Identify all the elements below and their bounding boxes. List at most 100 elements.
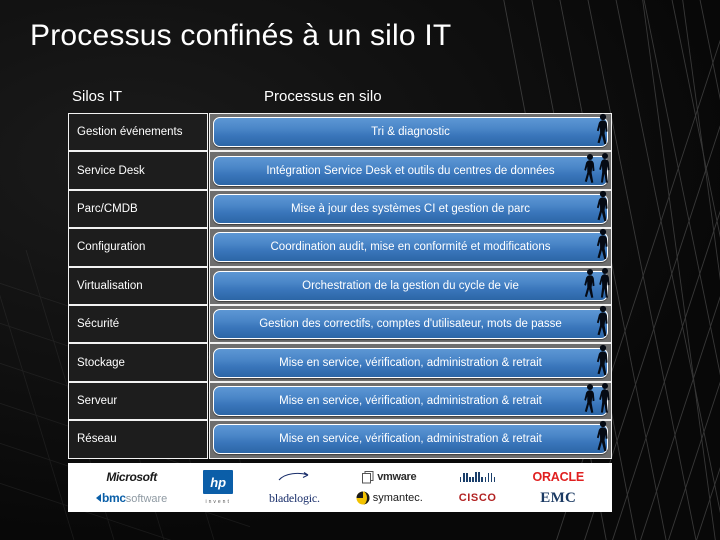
table-row: Sécurité Gestion des correctifs, comptes … bbox=[68, 304, 612, 344]
silo-cell: Service Desk bbox=[68, 151, 208, 190]
process-pill[interactable]: Mise en service, vérification, administr… bbox=[213, 344, 608, 378]
table-row: Réseau Mise en service, vérification, adm… bbox=[68, 420, 612, 459]
process-cell: Coordination audit, mise en conformité e… bbox=[209, 228, 612, 267]
silo-cell: Réseau bbox=[68, 420, 208, 459]
logo-hp-text: hp bbox=[210, 474, 227, 490]
cisco-bars-icon bbox=[459, 468, 496, 486]
logo-emc: EMC bbox=[540, 489, 576, 507]
process-pill[interactable]: Gestion des correctifs, comptes d'utilis… bbox=[213, 306, 608, 340]
logo-group-microsoft-bmc: Microsoft bmc software bbox=[95, 468, 168, 507]
logo-vmware-wordmark: vmware bbox=[362, 470, 417, 484]
silo-label: Configuration bbox=[77, 241, 146, 254]
person-silhouette-icon bbox=[596, 344, 608, 375]
table-row: Serveur Mise en service, vérification, ad… bbox=[68, 381, 612, 421]
process-cell: Mise à jour des systèmes CI et gestion d… bbox=[209, 189, 612, 229]
process-label: Gestion des correctifs, comptes d'utilis… bbox=[259, 318, 562, 331]
table-row: Configuration Coordination audit, mise en… bbox=[68, 228, 612, 267]
symantec-circle-icon bbox=[356, 491, 370, 505]
table-body: Gestion événements Tri & diagnostic Servic… bbox=[68, 113, 612, 459]
table-column-headers: Silos IT Processus en silo bbox=[68, 85, 612, 113]
logo-group-oracle-emc: ORACLE EMC bbox=[532, 468, 584, 507]
logo-symantec-wordmark: symantec. bbox=[356, 491, 423, 505]
logo-cisco-text: CISCO bbox=[458, 492, 497, 504]
table-row: Gestion événements Tri & diagnostic bbox=[68, 113, 612, 152]
logo-bmc-wordmark: bmc software bbox=[95, 491, 168, 505]
silo-label: Service Desk bbox=[77, 164, 145, 177]
silo-label: Serveur bbox=[77, 394, 118, 407]
silo-label: Réseau bbox=[77, 433, 117, 446]
silo-label: Stockage bbox=[77, 356, 125, 369]
process-pill[interactable]: Mise à jour des systèmes CI et gestion d… bbox=[213, 190, 608, 224]
process-pill[interactable]: Orchestration de la gestion du cycle de … bbox=[213, 267, 610, 301]
process-pill[interactable]: Mise en service, vérification, administr… bbox=[213, 382, 610, 416]
column-header-processus: Processus en silo bbox=[264, 88, 382, 105]
page-title: Processus confinés à un silo IT bbox=[30, 19, 452, 52]
logo-bladelogic-text: bladelogic. bbox=[269, 490, 320, 505]
person-silhouette-icon bbox=[596, 306, 608, 337]
two-person-silhouette-icon bbox=[584, 382, 610, 413]
table-row: Stockage Mise en service, vérification, a… bbox=[68, 343, 612, 382]
process-label: Coordination audit, mise en conformité e… bbox=[270, 241, 551, 254]
person-silhouette-icon bbox=[596, 229, 608, 260]
logo-bladelogic: bladelogic. bbox=[269, 489, 320, 507]
two-person-silhouette-icon bbox=[584, 152, 610, 183]
silo-label: Parc/CMDB bbox=[77, 202, 138, 215]
process-pill[interactable]: Mise en service, vérification, administr… bbox=[213, 421, 608, 455]
logo-symantec-text: symantec. bbox=[372, 492, 423, 504]
logo-group-hp: hp invent bbox=[203, 470, 234, 505]
partner-logo-strip: Microsoft bmc software hp invent bladelog… bbox=[68, 463, 612, 512]
silo-cell: Virtualisation bbox=[68, 266, 208, 305]
person-silhouette-icon bbox=[596, 421, 608, 452]
table-row: Parc/CMDB Mise à jour des systèmes CI et … bbox=[68, 189, 612, 229]
bmc-triangle-icon bbox=[95, 494, 101, 502]
table-row: Service Desk Intégration Service Desk et … bbox=[68, 151, 612, 190]
silo-cell: Serveur bbox=[68, 381, 208, 421]
silo-cell: Sécurité bbox=[68, 304, 208, 344]
process-pill[interactable]: Tri & diagnostic bbox=[213, 114, 608, 148]
process-label: Mise en service, vérification, administr… bbox=[279, 356, 542, 369]
logo-hp: hp bbox=[203, 470, 234, 494]
logo-cisco: CISCO bbox=[459, 489, 497, 507]
logo-microsoft: Microsoft bbox=[106, 468, 157, 486]
silo-cell: Gestion événements bbox=[68, 113, 208, 152]
logo-bmc-brand: bmc bbox=[101, 491, 126, 505]
process-label: Intégration Service Desk et outils du ce… bbox=[266, 164, 555, 177]
silo-cell: Stockage bbox=[68, 343, 208, 382]
process-pill[interactable]: Coordination audit, mise en conformité e… bbox=[213, 229, 608, 263]
column-header-silos: Silos IT bbox=[72, 88, 123, 105]
silo-label: Gestion événements bbox=[77, 126, 183, 139]
logo-vmware: vmware bbox=[362, 468, 417, 486]
logo-symantec: symantec. bbox=[356, 489, 423, 507]
logo-oracle-text: ORACLE bbox=[532, 470, 585, 484]
silo-label: Sécurité bbox=[77, 318, 120, 331]
person-silhouette-icon bbox=[596, 190, 608, 222]
logo-oracle: ORACLE bbox=[532, 468, 584, 486]
logo-group-vmware-symantec: vmware symantec. bbox=[356, 468, 423, 507]
logo-bmc-software: bmc software bbox=[95, 489, 168, 507]
process-pill[interactable]: Intégration Service Desk et outils du ce… bbox=[213, 152, 610, 186]
two-person-silhouette-icon bbox=[584, 267, 610, 298]
process-cell: Intégration Service Desk et outils du ce… bbox=[209, 151, 612, 190]
process-cell: Mise en service, vérification, administr… bbox=[209, 420, 612, 459]
process-label: Mise en service, vérification, administr… bbox=[279, 394, 542, 407]
logo-microsoft-text: Microsoft bbox=[106, 470, 157, 484]
process-cell: Gestion des correctifs, comptes d'utilis… bbox=[209, 304, 612, 344]
logo-vmware-text: vmware bbox=[377, 471, 417, 483]
process-label: Mise en service, vérification, administr… bbox=[279, 433, 542, 446]
logo-emc-text: EMC bbox=[540, 489, 577, 506]
vmware-square-icon bbox=[362, 470, 374, 483]
bladelogic-swoosh-icon bbox=[277, 468, 311, 486]
person-silhouette-icon bbox=[596, 114, 608, 145]
silo-cell: Parc/CMDB bbox=[68, 189, 208, 229]
process-label: Mise à jour des systèmes CI et gestion d… bbox=[290, 202, 531, 215]
logo-hp-tagline: invent bbox=[205, 499, 231, 505]
silo-label: Virtualisation bbox=[77, 279, 143, 292]
logo-bmc-suffix: software bbox=[125, 493, 168, 505]
table-row: Virtualisation Orchestration de la gestio… bbox=[68, 266, 612, 305]
process-label: Tri & diagnostic bbox=[371, 126, 450, 139]
process-cell: Mise en service, vérification, administr… bbox=[209, 381, 612, 421]
silo-process-table: Silos IT Processus en silo Gestion événe… bbox=[68, 85, 612, 459]
process-cell: Tri & diagnostic bbox=[209, 113, 612, 152]
silo-cell: Configuration bbox=[68, 228, 208, 267]
process-label: Orchestration de la gestion du cycle de … bbox=[302, 279, 519, 292]
